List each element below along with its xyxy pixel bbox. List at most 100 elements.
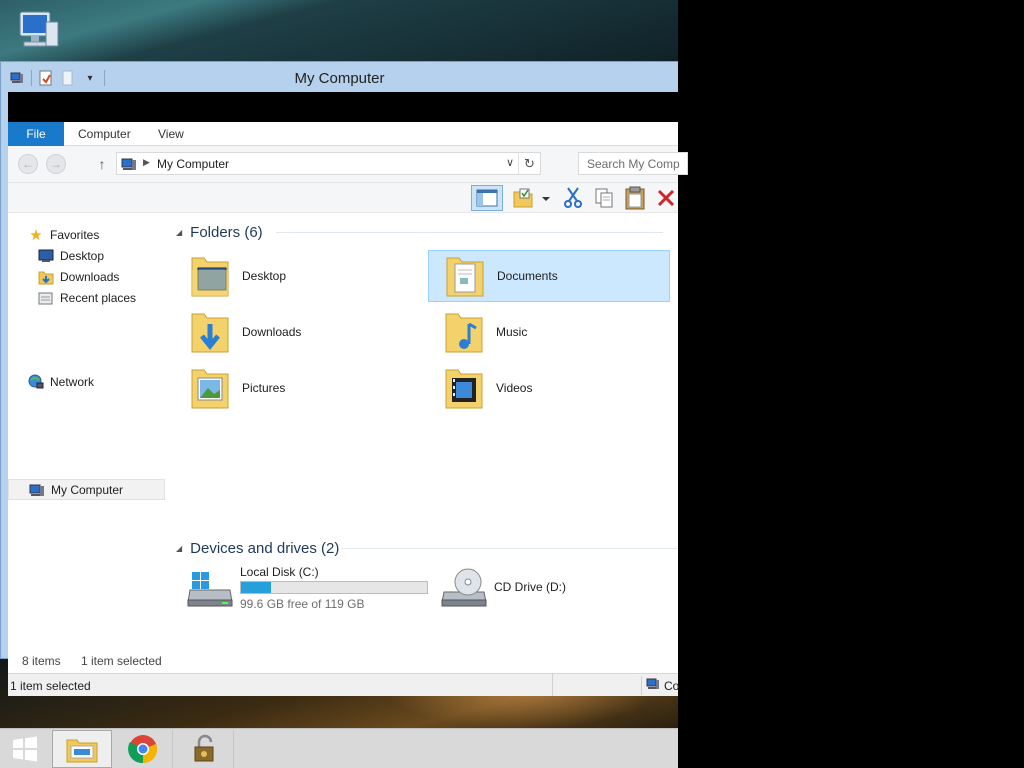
preview-pane-icon: [476, 189, 498, 207]
window-status-bar: 1 item selected Co: [8, 673, 679, 696]
desktop-folder-icon: [188, 252, 232, 300]
nav-label: Favorites: [50, 227, 100, 242]
title-bar[interactable]: ▾ My Computer: [1, 62, 678, 92]
folder-tile-documents[interactable]: Documents: [428, 250, 670, 302]
downloads-folder-icon: [188, 308, 232, 356]
folder-label: Pictures: [242, 381, 286, 395]
scissors-icon: [564, 187, 582, 208]
new-folder-button[interactable]: [512, 185, 552, 211]
taskbar-security-app[interactable]: [174, 730, 234, 768]
forward-button[interactable]: →: [46, 154, 66, 174]
folder-tile-videos[interactable]: Videos: [428, 362, 670, 414]
drive-usage-bar: [240, 581, 428, 594]
search-input[interactable]: Search My Comp: [578, 152, 688, 175]
folder-label: Videos: [496, 381, 533, 395]
nav-item-favorites[interactable]: ★ Favorites: [28, 224, 99, 245]
ribbon-tabs: File Computer View: [8, 122, 678, 146]
group-divider: [342, 548, 678, 549]
downloads-folder-icon: [38, 269, 54, 285]
folder-label: Desktop: [242, 269, 287, 283]
folder-label: Music: [496, 325, 528, 339]
item-count: 8 items: [22, 654, 61, 668]
preview-pane-button[interactable]: [471, 185, 503, 211]
drive-tile-local-disk[interactable]: Local Disk (C:) 99.6 GB free of 119 GB: [174, 562, 428, 614]
up-button[interactable]: ↑: [94, 154, 110, 174]
status-location: Co: [641, 676, 691, 695]
ribbon-blank-area: [8, 92, 678, 122]
copy-button[interactable]: [593, 185, 615, 211]
tab-computer[interactable]: Computer: [78, 122, 131, 146]
delete-x-icon: [657, 189, 675, 207]
recent-places-icon: [38, 290, 54, 306]
drive-free-space: 99.6 GB free of 119 GB: [240, 597, 365, 611]
paste-button[interactable]: [622, 185, 648, 211]
collapse-triangle-icon[interactable]: ◢: [176, 544, 182, 553]
group-header-folders[interactable]: ◢ Folders (6): [176, 222, 663, 242]
back-button[interactable]: ←: [18, 154, 38, 174]
taskbar-file-explorer[interactable]: [52, 730, 112, 768]
file-explorer-icon: [66, 739, 98, 763]
collapse-triangle-icon[interactable]: ◢: [176, 228, 182, 237]
network-icon: [28, 374, 44, 390]
chevron-down-icon[interactable]: ∨: [506, 156, 514, 169]
nav-label: Recent places: [60, 290, 137, 305]
group-title: Folders (6): [190, 223, 263, 241]
nav-item-my-computer[interactable]: My Computer: [8, 479, 165, 500]
music-folder-icon: [442, 308, 486, 356]
computer-small-icon: [29, 482, 45, 498]
arrow-left-icon: ←: [22, 157, 34, 171]
refresh-icon[interactable]: ↻: [518, 153, 540, 174]
status-selection-text: 1 item selected: [10, 679, 91, 693]
tab-view[interactable]: View: [158, 122, 184, 146]
nav-item-recent-places[interactable]: Recent places: [38, 287, 136, 308]
folder-tile-desktop[interactable]: Desktop: [174, 250, 416, 302]
nav-label: My Computer: [51, 482, 124, 497]
copy-icon: [595, 188, 613, 208]
group-header-devices[interactable]: ◢ Devices and drives (2): [176, 538, 678, 558]
items-status-bar: 8 items 1 item selected: [8, 651, 678, 673]
documents-folder-icon: [443, 252, 487, 300]
tab-file[interactable]: File: [8, 122, 64, 146]
nav-label: Downloads: [60, 269, 120, 284]
padlock-icon: [194, 734, 213, 762]
nav-item-desktop[interactable]: Desktop: [38, 245, 104, 266]
group-divider: [276, 232, 663, 233]
delete-button[interactable]: [654, 185, 678, 211]
navigation-pane: ★ Favorites Desktop Downloads Recent pla…: [8, 214, 166, 651]
nav-label: Desktop: [60, 248, 105, 263]
address-row: ← → ↑ ▶ My Computer ∨ ↻ Search My Comp: [8, 146, 688, 183]
selection-count: 1 item selected: [81, 654, 162, 668]
explorer-client: File Computer View ← → ↑ ▶ My Computer ∨…: [8, 122, 688, 696]
address-bar[interactable]: ▶ My Computer ∨ ↻: [116, 152, 541, 175]
status-location-text: Co: [664, 678, 680, 693]
window-title: My Computer: [294, 70, 385, 87]
content-pane: ◢ Folders (6) Desktop Documents Download…: [166, 214, 678, 651]
breadcrumb-item[interactable]: My Computer: [157, 157, 229, 171]
drive-usage-fill: [241, 582, 271, 593]
folder-tile-pictures[interactable]: Pictures: [174, 362, 416, 414]
taskbar-chrome[interactable]: [113, 730, 173, 768]
folder-tile-music[interactable]: Music: [428, 306, 670, 358]
drive-label: CD Drive (D:): [494, 580, 566, 594]
chrome-icon: [127, 735, 157, 764]
videos-folder-icon: [442, 364, 486, 412]
pictures-folder-icon: [188, 364, 232, 412]
start-button[interactable]: [0, 730, 50, 768]
windows-logo-icon: [13, 736, 37, 762]
cut-button[interactable]: [562, 185, 584, 211]
hard-disk-icon: [186, 566, 234, 610]
nav-item-downloads[interactable]: Downloads: [38, 266, 119, 287]
folder-tile-downloads[interactable]: Downloads: [174, 306, 416, 358]
folder-label: Documents: [497, 269, 558, 283]
star-icon: ★: [29, 226, 43, 244]
group-title: Devices and drives (2): [190, 539, 340, 557]
nav-item-network[interactable]: Network: [28, 371, 94, 392]
nav-label: Network: [50, 374, 95, 389]
explorer-window: ▾ My Computer File Computer View ← → ↑ ▶…: [0, 61, 688, 696]
computer-small-icon: [646, 677, 660, 694]
desktop-computer-icon[interactable]: [14, 10, 62, 54]
cd-drive-icon: [440, 566, 488, 610]
breadcrumb-chevron-icon[interactable]: ▶: [143, 157, 150, 168]
drive-tile-cd-drive[interactable]: CD Drive (D:): [428, 562, 628, 614]
computer-small-icon: [121, 156, 137, 172]
